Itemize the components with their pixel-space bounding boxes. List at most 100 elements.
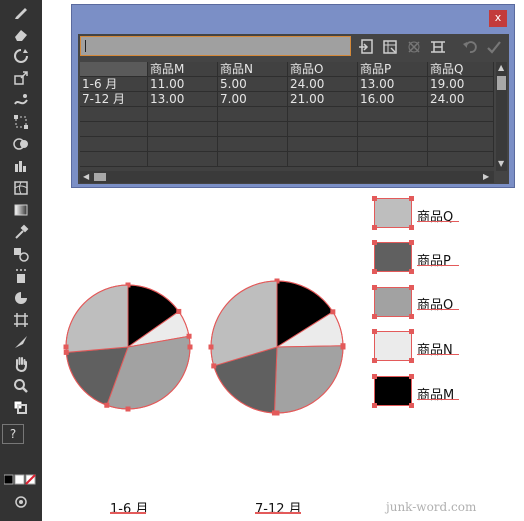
- header-cell[interactable]: 商品M: [148, 62, 218, 77]
- selection-handle[interactable]: [372, 225, 377, 230]
- gradient-icon[interactable]: [6, 200, 36, 220]
- selection-handle[interactable]: [372, 329, 377, 334]
- data-cell[interactable]: [148, 152, 218, 167]
- data-cell[interactable]: 21.00: [288, 92, 358, 107]
- hand-icon[interactable]: [6, 354, 36, 374]
- draw-mode-icon[interactable]: [6, 492, 36, 512]
- selection-handle[interactable]: [372, 358, 377, 363]
- selection-handle[interactable]: [372, 196, 377, 201]
- header-cell[interactable]: 商品P: [358, 62, 428, 77]
- warp-icon[interactable]: [6, 90, 36, 110]
- data-cell[interactable]: 24.00: [288, 77, 358, 92]
- apply-checkmark-icon[interactable]: [486, 39, 502, 55]
- legend-swatch-n[interactable]: [374, 331, 412, 361]
- data-cell[interactable]: 13.00: [358, 77, 428, 92]
- data-cell[interactable]: 24.00: [428, 92, 494, 107]
- anchor-point[interactable]: [340, 343, 346, 349]
- anchor-point[interactable]: [271, 410, 277, 416]
- eyedropper-icon[interactable]: [6, 222, 36, 242]
- anchor-point[interactable]: [187, 344, 193, 350]
- data-cell[interactable]: [80, 107, 148, 122]
- data-cell[interactable]: [148, 137, 218, 152]
- data-cell[interactable]: [428, 152, 494, 167]
- help-button[interactable]: ?: [2, 424, 24, 444]
- transpose-icon[interactable]: [382, 39, 398, 55]
- pie-slice[interactable]: [127, 284, 180, 348]
- data-cell[interactable]: [80, 152, 148, 167]
- anchor-point[interactable]: [340, 344, 346, 350]
- switch-xy-icon[interactable]: [406, 39, 422, 55]
- data-cell[interactable]: 19.00: [428, 77, 494, 92]
- data-spreadsheet[interactable]: 商品M 商品N 商品O 商品P 商品Q 1-6 月 11.00 5.00 24.00 13.00 1…: [80, 62, 494, 171]
- close-button[interactable]: x: [489, 10, 507, 27]
- pie-slice[interactable]: [210, 280, 278, 367]
- header-cell[interactable]: 商品O: [288, 62, 358, 77]
- selection-handle[interactable]: [372, 374, 377, 379]
- anchor-point[interactable]: [125, 406, 131, 412]
- graph-icon[interactable]: [6, 156, 36, 176]
- data-cell[interactable]: [288, 152, 358, 167]
- anchor-point[interactable]: [63, 349, 69, 355]
- pie-slice[interactable]: [275, 311, 344, 348]
- data-cell[interactable]: [288, 107, 358, 122]
- data-cell[interactable]: [218, 137, 288, 152]
- data-cell[interactable]: 1-6 月: [80, 77, 148, 92]
- data-cell[interactable]: 11.00: [148, 77, 218, 92]
- anchor-point[interactable]: [186, 333, 192, 339]
- anchor-point[interactable]: [330, 309, 336, 315]
- data-cell[interactable]: [218, 107, 288, 122]
- pie-slice[interactable]: [276, 280, 334, 348]
- anchor-point[interactable]: [63, 344, 69, 350]
- scroll-down-arrow[interactable]: ▼: [498, 160, 504, 168]
- rotate-icon[interactable]: [6, 46, 36, 66]
- selection-handle[interactable]: [409, 358, 414, 363]
- anchor-point[interactable]: [274, 410, 280, 416]
- selection-handle[interactable]: [372, 269, 377, 274]
- scroll-right-arrow[interactable]: ▶: [483, 173, 489, 181]
- data-cell[interactable]: 13.00: [148, 92, 218, 107]
- hscroll-thumb[interactable]: [94, 173, 106, 181]
- symbol-sprayer-icon[interactable]: [6, 266, 36, 286]
- scroll-left-arrow[interactable]: ◀: [83, 173, 89, 181]
- selection-handle[interactable]: [372, 240, 377, 245]
- anchor-point[interactable]: [104, 402, 110, 408]
- anchor-point[interactable]: [125, 282, 131, 288]
- data-cell[interactable]: [358, 107, 428, 122]
- selection-handle[interactable]: [372, 314, 377, 319]
- data-cell[interactable]: [428, 122, 494, 137]
- pie-slice[interactable]: [106, 335, 191, 410]
- legend-swatch-o[interactable]: [374, 287, 412, 317]
- header-cell[interactable]: [80, 62, 148, 77]
- anchor-point[interactable]: [274, 278, 280, 284]
- default-fill-stroke-icon[interactable]: [6, 398, 36, 418]
- scroll-up-arrow[interactable]: ▲: [498, 64, 504, 72]
- anchor-point[interactable]: [208, 344, 214, 350]
- selection-handle[interactable]: [409, 285, 414, 290]
- selection-handle[interactable]: [409, 225, 414, 230]
- legend-swatch-q[interactable]: [374, 198, 412, 228]
- mesh-icon[interactable]: [6, 178, 36, 198]
- scale-icon[interactable]: [6, 68, 36, 88]
- eraser-icon[interactable]: [6, 24, 36, 44]
- import-data-icon[interactable]: [358, 39, 374, 55]
- shape-builder-icon[interactable]: [6, 134, 36, 154]
- pie-slice[interactable]: [65, 284, 129, 353]
- anchor-point[interactable]: [211, 363, 217, 369]
- data-cell[interactable]: [80, 137, 148, 152]
- selection-handle[interactable]: [409, 196, 414, 201]
- data-cell[interactable]: 16.00: [358, 92, 428, 107]
- selection-handle[interactable]: [409, 374, 414, 379]
- data-cell[interactable]: [288, 137, 358, 152]
- data-cell[interactable]: 7-12 月: [80, 92, 148, 107]
- pie-graph-icon[interactable]: [6, 288, 36, 308]
- slice-icon[interactable]: [6, 332, 36, 352]
- free-transform-icon[interactable]: [6, 112, 36, 132]
- selection-handle[interactable]: [409, 403, 414, 408]
- data-cell[interactable]: [218, 152, 288, 167]
- blend-icon[interactable]: [6, 244, 36, 264]
- data-cell[interactable]: [148, 107, 218, 122]
- cell-entry-field[interactable]: [80, 36, 351, 56]
- legend-swatch-m[interactable]: [374, 376, 412, 406]
- selection-handle[interactable]: [409, 329, 414, 334]
- data-cell[interactable]: [218, 122, 288, 137]
